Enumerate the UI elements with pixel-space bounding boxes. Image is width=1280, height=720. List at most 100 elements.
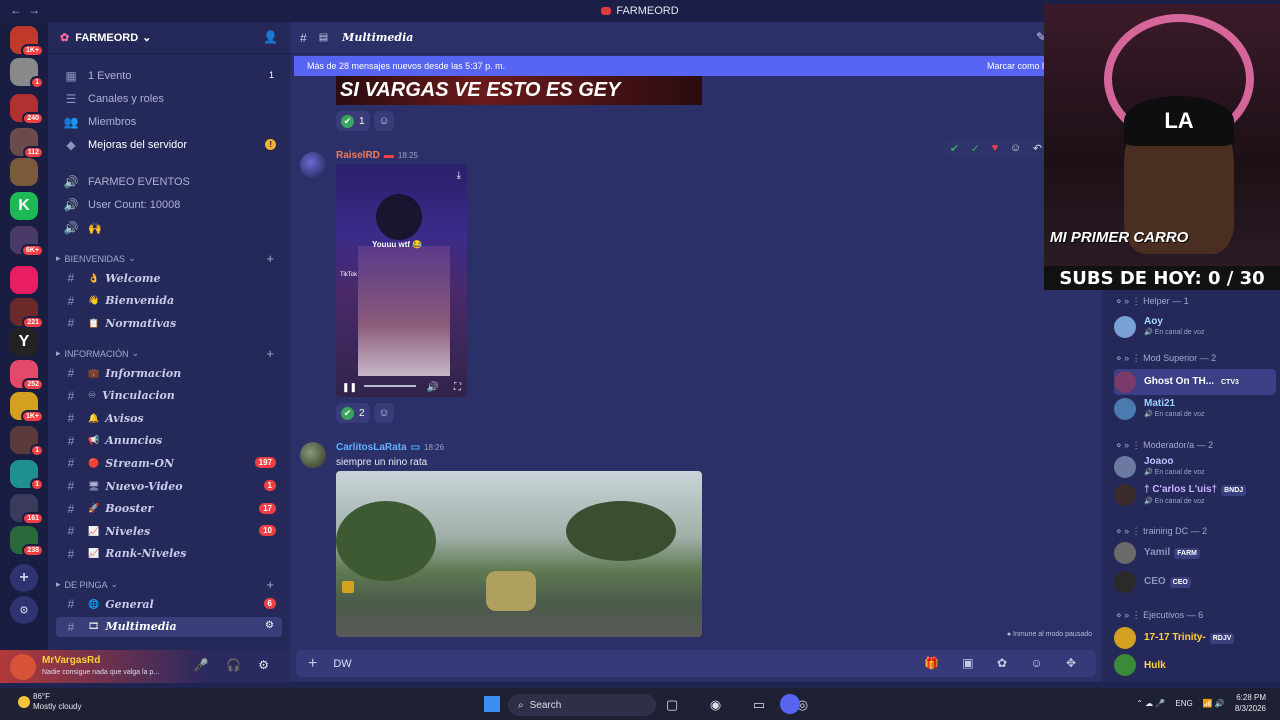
channel-category[interactable]: ▸ DE PINGA ⌄ + [56,577,282,592]
tray-icons[interactable]: ⌃ ☁ 🎤 [1136,699,1165,708]
check-reaction-icon[interactable]: ✔ [950,142,959,155]
search-box[interactable]: ⌕ Search [508,694,656,716]
channel-item[interactable]: # 📈 Rank-Niveles [56,544,282,564]
add-member-icon[interactable]: 👤 [263,30,278,44]
member-item[interactable]: CEO CEO [1114,569,1276,595]
channel-category[interactable]: ▸ INFORMACIÓN ⌄ + [56,346,282,361]
server-icon[interactable] [10,158,38,186]
member-item[interactable]: Ghost On TH... CTV3 [1114,369,1276,395]
server-icon[interactable]: 6K+ [10,226,44,257]
add-reaction-icon[interactable]: ☺ [374,111,394,131]
composer-text[interactable]: DW [333,658,351,670]
server-icon[interactable]: 238 [10,526,44,557]
channel-item[interactable]: # ♾ Vinculacion [56,386,282,406]
clock[interactable]: 6:28 PM 8/3/2026 [1235,692,1266,714]
sidebar-item[interactable]: ◆ Mejoras del servidor! [56,135,282,155]
voice-channel[interactable]: 🔊 🙌 [56,218,282,238]
channel-item[interactable]: # 💼 Informacion [56,363,282,383]
voice-channel[interactable]: 🔊 User Count: 10008 [56,195,282,215]
server-header[interactable]: ✿ FARMEORD ⌄ 👤 [48,22,290,54]
channel-item[interactable]: # 📋 Normativas [56,313,282,333]
server-icon[interactable]: 1K+ [10,26,44,57]
reaction-check[interactable]: ✔ 2 [336,403,370,423]
server-icon[interactable]: 112 [10,128,44,159]
avatar [1114,371,1136,393]
message-composer[interactable]: + DW 🎁 ▣ ✿ ☺ ✥ [296,650,1096,677]
tick-reaction-icon[interactable]: ✓ [971,142,980,155]
member-item[interactable]: Hulk [1114,652,1276,678]
network-volume-icons[interactable]: 📶 🔊 [1203,699,1225,708]
server-icon[interactable] [10,266,38,294]
member-item[interactable]: † C'arlos L'uis† BNDJ 🔊 En canal de voz [1114,482,1276,508]
channel-item[interactable]: # 👋 Bienvenida [56,291,282,311]
channel-item[interactable]: # 🔴 Stream-ON 197 [56,453,282,473]
channel-item[interactable]: # 👌 Welcome [56,268,282,288]
channel-settings-icon[interactable]: ⚙ [265,620,274,631]
weather-widget[interactable]: 86°F Mostly cloudy [18,692,81,712]
voice-channel[interactable]: 🔊 FARMEO EVENTOS [56,172,282,192]
plus-icon[interactable]: + [308,655,317,673]
sidebar-item[interactable]: ☰ Canales y roles [56,89,282,109]
server-icon[interactable]: 1K+ [10,392,44,423]
avatar[interactable] [300,442,326,468]
heart-reaction-icon[interactable]: ♥ [992,142,999,154]
member-item[interactable]: 17-17 Trinity- RDJV [1114,625,1276,651]
pause-icon[interactable]: ❚❚ [342,382,357,393]
server-icon[interactable]: 1 [10,426,44,457]
member-item[interactable]: Yamil FARM [1114,540,1276,566]
channel-sidebar: ✿ FARMEORD ⌄ 👤 ▦ 1 Evento 1 ☰ Canales y role… [48,22,290,682]
channel-item[interactable]: # 🚀 Booster 17 [56,499,282,519]
sidebar-item[interactable]: ▦ 1 Evento 1 [56,66,282,86]
channel-item[interactable]: # 🖥 Nuevo-Video 1 [56,476,282,496]
reply-icon[interactable]: ↶ [1033,142,1042,155]
server-icon[interactable]: 240 [10,94,44,125]
fullscreen-icon[interactable]: ⛶ [454,382,461,393]
member-item[interactable]: Mati21 🔊 En canal de voz [1114,396,1276,422]
discord-app-icon[interactable] [780,694,800,714]
channel-item[interactable]: # 🌐 General 6 [56,594,282,614]
volume-icon[interactable]: 🔊 [427,382,439,393]
video-player[interactable]: Youuu wtf 😂 TikTok ⤓ ❚❚ 🔊 ⛶ [336,164,467,397]
explore-icon[interactable]: ⊙ [10,596,38,624]
add-reaction-icon[interactable]: ☺ [374,403,394,423]
server-icon[interactable]: 252 [10,360,44,391]
game-screenshot[interactable] [336,471,702,637]
add-channel-icon[interactable]: + [266,251,274,266]
message-author[interactable]: RaiselRD ▬ 18:25 [336,150,418,161]
previous-image[interactable]: SI VARGAS VE ESTO ES GEY [336,76,702,105]
server-icon[interactable]: K [10,192,38,220]
mark-read-button[interactable]: Marcar como l [987,61,1044,71]
channel-category[interactable]: ▸ BIENVENIDAS ⌄ + [56,251,282,266]
user-controls[interactable]: 🎤 🎧 ⚙ [194,658,276,672]
composer-tools[interactable]: 🎁 ▣ ✿ ☺ ✥ [924,656,1086,670]
avatar[interactable] [300,152,326,178]
channel-item[interactable]: # 📈 Niveles 10 [56,521,282,541]
hash-icon: # [67,597,75,611]
add-channel-icon[interactable]: + [266,577,274,592]
language-indicator[interactable]: ENG [1175,699,1192,708]
member-item[interactable]: Joaoo 🔊 En canal de voz [1114,454,1276,480]
avatar[interactable] [10,653,36,680]
server-icon[interactable]: 1 [10,58,44,89]
channel-item[interactable]: # 🎞 Multimedia ⚙ [56,616,282,637]
add-server-icon[interactable]: + [10,564,38,592]
server-icon[interactable]: 161 [10,494,44,525]
message-author[interactable]: CarlitosLaRata ▭ 18:26 [336,442,444,453]
reaction-check[interactable]: ✔ 1 [336,111,370,131]
server-icon[interactable]: 1 [10,460,44,491]
chevron-down-icon: ⌄ [128,253,136,263]
add-channel-icon[interactable]: + [266,346,274,361]
add-reaction-icon[interactable]: ☺ [1010,142,1021,154]
sidebar-item[interactable]: 👥 Miembros [56,112,282,132]
back-forward-icon[interactable]: ←→ [10,3,46,17]
video-progress[interactable] [364,385,416,387]
download-icon[interactable]: ⤓ [457,170,461,181]
channel-item[interactable]: # 🔔 Avisos [56,408,282,428]
server-icon[interactable]: 221 [10,298,44,329]
channel-item[interactable]: # 📢 Anuncios [56,431,282,451]
server-icon[interactable]: Y [10,328,38,356]
hud-icon [342,581,354,593]
member-item[interactable]: Aoy 🔊 En canal de voz [1114,314,1276,340]
new-messages-bar[interactable]: Más de 28 mensajes nuevos desde las 5:37… [294,56,1048,76]
start-icon[interactable] [484,696,500,712]
